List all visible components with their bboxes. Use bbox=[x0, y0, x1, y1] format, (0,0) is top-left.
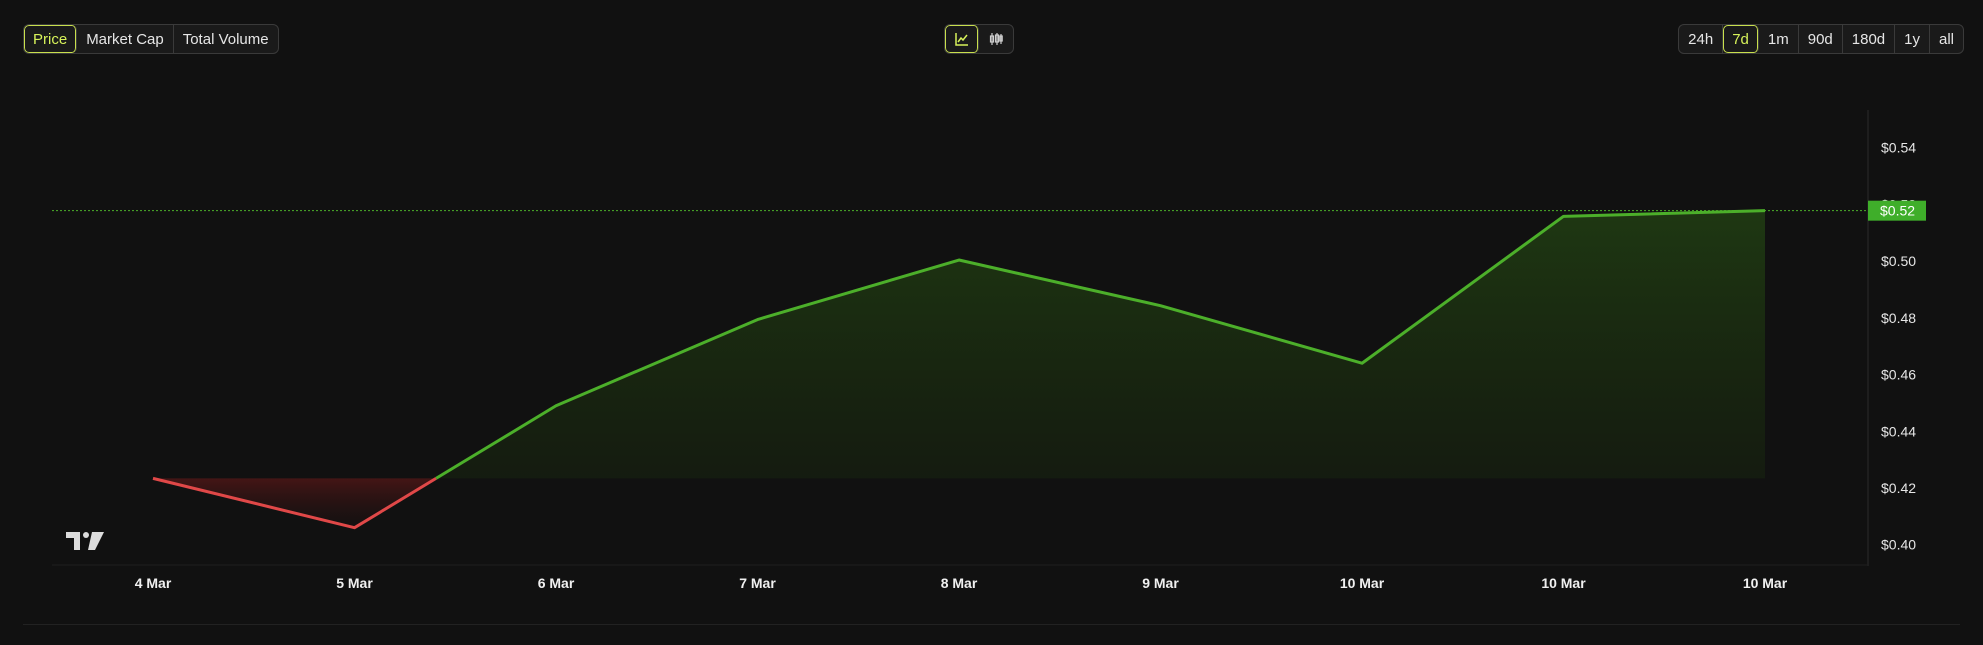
y-tick-label: $0.42 bbox=[1881, 480, 1916, 496]
current-price-tag: $0.52 bbox=[1868, 200, 1926, 221]
x-tick-label: 9 Mar bbox=[1142, 575, 1179, 591]
x-tick-label: 10 Mar bbox=[1340, 575, 1385, 591]
y-tick-label: $0.44 bbox=[1881, 423, 1916, 439]
x-tick-label: 8 Mar bbox=[941, 575, 978, 591]
y-tick-label: $0.54 bbox=[1881, 140, 1916, 156]
y-tick-label: $0.48 bbox=[1881, 310, 1916, 326]
x-tick-label: 5 Mar bbox=[336, 575, 373, 591]
y-tick-label: $0.40 bbox=[1881, 537, 1916, 553]
x-tick-label: 6 Mar bbox=[538, 575, 575, 591]
current-price-label: $0.52 bbox=[1880, 203, 1915, 219]
x-tick-label: 10 Mar bbox=[1743, 575, 1788, 591]
y-tick-label: $0.50 bbox=[1881, 253, 1916, 269]
x-tick-label: 7 Mar bbox=[739, 575, 776, 591]
x-axis: 4 Mar 5 Mar 6 Mar 7 Mar 8 Mar 9 Mar 10 Mar 10 M… bbox=[135, 575, 1788, 591]
price-chart: $0.40 $0.42 $0.44 $0.46 $0.48 $0.50 $0.52 $0.54… bbox=[52, 110, 1926, 591]
tradingview-logo bbox=[66, 532, 104, 550]
bottom-divider bbox=[23, 624, 1960, 625]
area-fill-up bbox=[436, 210, 1765, 479]
y-tick-label: $0.46 bbox=[1881, 367, 1916, 383]
x-tick-label: 4 Mar bbox=[135, 575, 172, 591]
x-tick-label: 10 Mar bbox=[1541, 575, 1586, 591]
